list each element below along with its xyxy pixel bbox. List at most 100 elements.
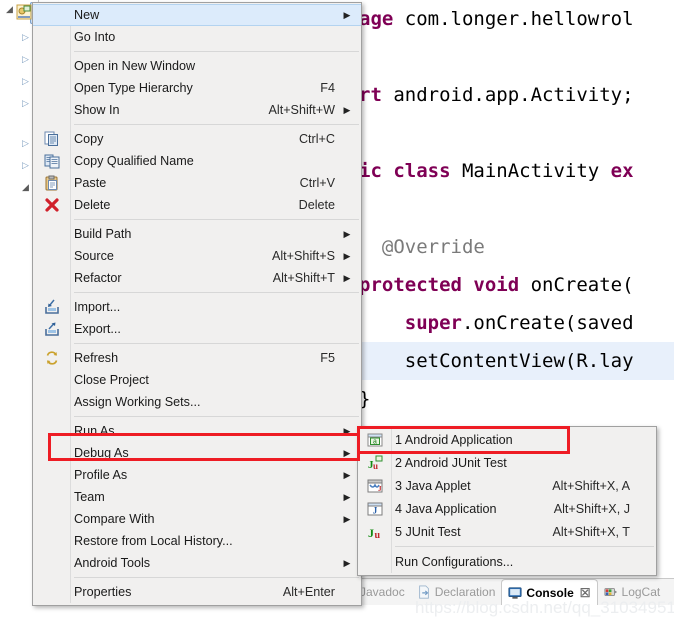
menu-item-label: Copy Qualified Name bbox=[74, 154, 194, 168]
tree-twisty[interactable] bbox=[4, 4, 15, 15]
menu-item-refresh[interactable]: RefreshF5▶ bbox=[33, 347, 361, 369]
code-token: super bbox=[404, 312, 462, 334]
menu-item-assign-working-sets[interactable]: Assign Working Sets...▶ bbox=[33, 391, 361, 413]
menu-item-label: Show In bbox=[74, 103, 120, 117]
tree-twisty[interactable] bbox=[20, 54, 31, 65]
menu-item-copy-qualified-name[interactable]: Copy Qualified Name▶ bbox=[33, 150, 361, 172]
menu-separator bbox=[395, 546, 654, 547]
watermark-text: https://blog.csdn.net/qq_31034951 bbox=[415, 598, 674, 617]
menu-item-new[interactable]: New ▶ bbox=[33, 4, 361, 26]
menu-item-source[interactable]: Source Alt+Shift+S ▶ bbox=[33, 245, 361, 267]
menu-separator bbox=[74, 292, 359, 293]
menu-item-close-project[interactable]: Close Project▶ bbox=[33, 369, 361, 391]
chevron-right-icon: ▶ bbox=[343, 104, 351, 115]
menu-item-label: Run Configurations... bbox=[395, 554, 514, 569]
menu-separator bbox=[74, 343, 359, 344]
run-as-submenu[interactable]: a1 Android Application▶Ju2 Android JUnit… bbox=[357, 426, 657, 576]
chevron-right-icon: ▶ bbox=[343, 425, 351, 436]
delete-icon bbox=[44, 197, 60, 213]
menu-item-import[interactable]: Import...▶ bbox=[33, 296, 361, 318]
menu-item-accelerator: Alt+Shift+X, A bbox=[552, 478, 630, 493]
menu-item-accelerator: F5 bbox=[320, 351, 335, 365]
code-token: @Override bbox=[359, 236, 485, 258]
menu-item-copy[interactable]: CopyCtrl+C▶ bbox=[33, 128, 361, 150]
export-icon bbox=[44, 321, 60, 337]
menu-item-go-into[interactable]: Go Into▶ bbox=[33, 26, 361, 48]
menu-item-3-java-applet[interactable]: J3 Java AppletAlt+Shift+X, A▶ bbox=[358, 474, 656, 497]
menu-item-accelerator: Alt+Shift+X, T bbox=[552, 524, 630, 539]
code-line: rt android.app.Activity; bbox=[355, 76, 674, 114]
tree-twisty[interactable] bbox=[20, 76, 31, 87]
code-line: } bbox=[355, 380, 674, 418]
menu-item-label: Debug As bbox=[74, 446, 129, 460]
menu-item-label: Export... bbox=[74, 322, 121, 336]
tree-twisty[interactable] bbox=[20, 182, 31, 193]
paste-icon bbox=[44, 175, 60, 191]
logcat-icon bbox=[603, 585, 618, 599]
menu-item-5-junit-test[interactable]: Ju5 JUnit TestAlt+Shift+X, T▶ bbox=[358, 520, 656, 543]
tree-twisty[interactable] bbox=[20, 98, 31, 109]
menu-item-label: Import... bbox=[74, 300, 121, 314]
menu-item-2-android-junit-test[interactable]: Ju2 Android JUnit Test▶ bbox=[358, 451, 656, 474]
menu-item-label: 3 Java Applet bbox=[395, 478, 471, 493]
view-tab-label: Javadoc bbox=[360, 585, 405, 599]
code-line: ic class MainActivity ex bbox=[355, 152, 674, 190]
tree-twisty[interactable] bbox=[20, 32, 31, 43]
menu-item-properties[interactable]: PropertiesAlt+Enter▶ bbox=[33, 581, 361, 603]
code-token: ic class bbox=[359, 160, 462, 182]
menu-item-run-as[interactable]: Run As ▶ bbox=[33, 420, 361, 442]
svg-text:J: J bbox=[368, 526, 374, 540]
menu-item-run-configurations[interactable]: Run Configurations...▶ bbox=[358, 550, 656, 573]
tree-twisty[interactable] bbox=[20, 160, 31, 171]
code-token: protected void bbox=[359, 274, 531, 296]
menu-item-1-android-application[interactable]: a1 Android Application▶ bbox=[358, 428, 656, 451]
menu-item-android-tools[interactable]: Android Tools ▶ bbox=[33, 552, 361, 574]
menu-item-debug-as[interactable]: Debug As ▶ bbox=[33, 442, 361, 464]
menu-item-open-type-hierarchy[interactable]: Open Type HierarchyF4▶ bbox=[33, 77, 361, 99]
menu-item-paste[interactable]: PasteCtrl+V▶ bbox=[33, 172, 361, 194]
chevron-right-icon: ▶ bbox=[343, 447, 351, 458]
menu-item-export[interactable]: Export...▶ bbox=[33, 318, 361, 340]
menu-item-accelerator: Alt+Shift+W bbox=[268, 103, 336, 117]
menu-item-label: Copy bbox=[74, 132, 104, 146]
code-line: super.onCreate(saved bbox=[355, 304, 674, 342]
menu-item-label: 4 Java Application bbox=[395, 501, 497, 516]
menu-separator bbox=[74, 577, 359, 578]
menu-separator bbox=[74, 124, 359, 125]
menu-item-compare-with[interactable]: Compare With ▶ bbox=[33, 508, 361, 530]
menu-item-accelerator: Alt+Shift+T bbox=[272, 271, 335, 285]
menu-item-refactor[interactable]: Refactor Alt+Shift+T ▶ bbox=[33, 267, 361, 289]
copy-icon bbox=[44, 131, 60, 147]
view-tab-label: LogCat bbox=[621, 585, 661, 599]
menu-item-label: Delete bbox=[74, 198, 111, 212]
chevron-right-icon: ▶ bbox=[343, 557, 351, 568]
menu-item-label: Open Type Hierarchy bbox=[74, 81, 193, 95]
menu-item-profile-as[interactable]: Profile As ▶ bbox=[33, 464, 361, 486]
menu-item-delete[interactable]: DeleteDelete▶ bbox=[33, 194, 361, 216]
junit-icon: Ju bbox=[367, 524, 383, 540]
chevron-right-icon: ▶ bbox=[343, 491, 351, 502]
java-applet-icon: J bbox=[367, 478, 383, 494]
code-line: setContentView(R.lay bbox=[355, 342, 674, 380]
refresh-icon bbox=[44, 350, 60, 366]
android-app-icon: a bbox=[367, 432, 383, 448]
svg-text:u: u bbox=[373, 461, 378, 471]
menu-item-build-path[interactable]: Build Path ▶ bbox=[33, 223, 361, 245]
code-token: android.app.Activity; bbox=[393, 84, 634, 106]
menu-item-label: Refactor bbox=[74, 271, 122, 285]
menu-separator bbox=[74, 51, 359, 52]
tree-twisty[interactable] bbox=[20, 138, 31, 149]
svg-text:a: a bbox=[373, 439, 377, 447]
menu-item-open-in-new-window[interactable]: Open in New Window▶ bbox=[33, 55, 361, 77]
menu-separator bbox=[74, 416, 359, 417]
menu-item-team[interactable]: Team ▶ bbox=[33, 486, 361, 508]
package-explorer-context-menu[interactable]: New▶Go Into▶Open in New Window▶Open Type… bbox=[32, 2, 362, 606]
menu-item-restore-from-local-history[interactable]: Restore from Local History...▶ bbox=[33, 530, 361, 552]
menu-item-4-java-application[interactable]: J4 Java ApplicationAlt+Shift+X, J▶ bbox=[358, 497, 656, 520]
menu-item-label: Build Path bbox=[74, 227, 132, 241]
menu-item-label: Android Tools bbox=[74, 556, 151, 570]
menu-item-label: Team bbox=[74, 490, 105, 504]
menu-item-show-in[interactable]: Show In Alt+Shift+W ▶ bbox=[33, 99, 361, 121]
